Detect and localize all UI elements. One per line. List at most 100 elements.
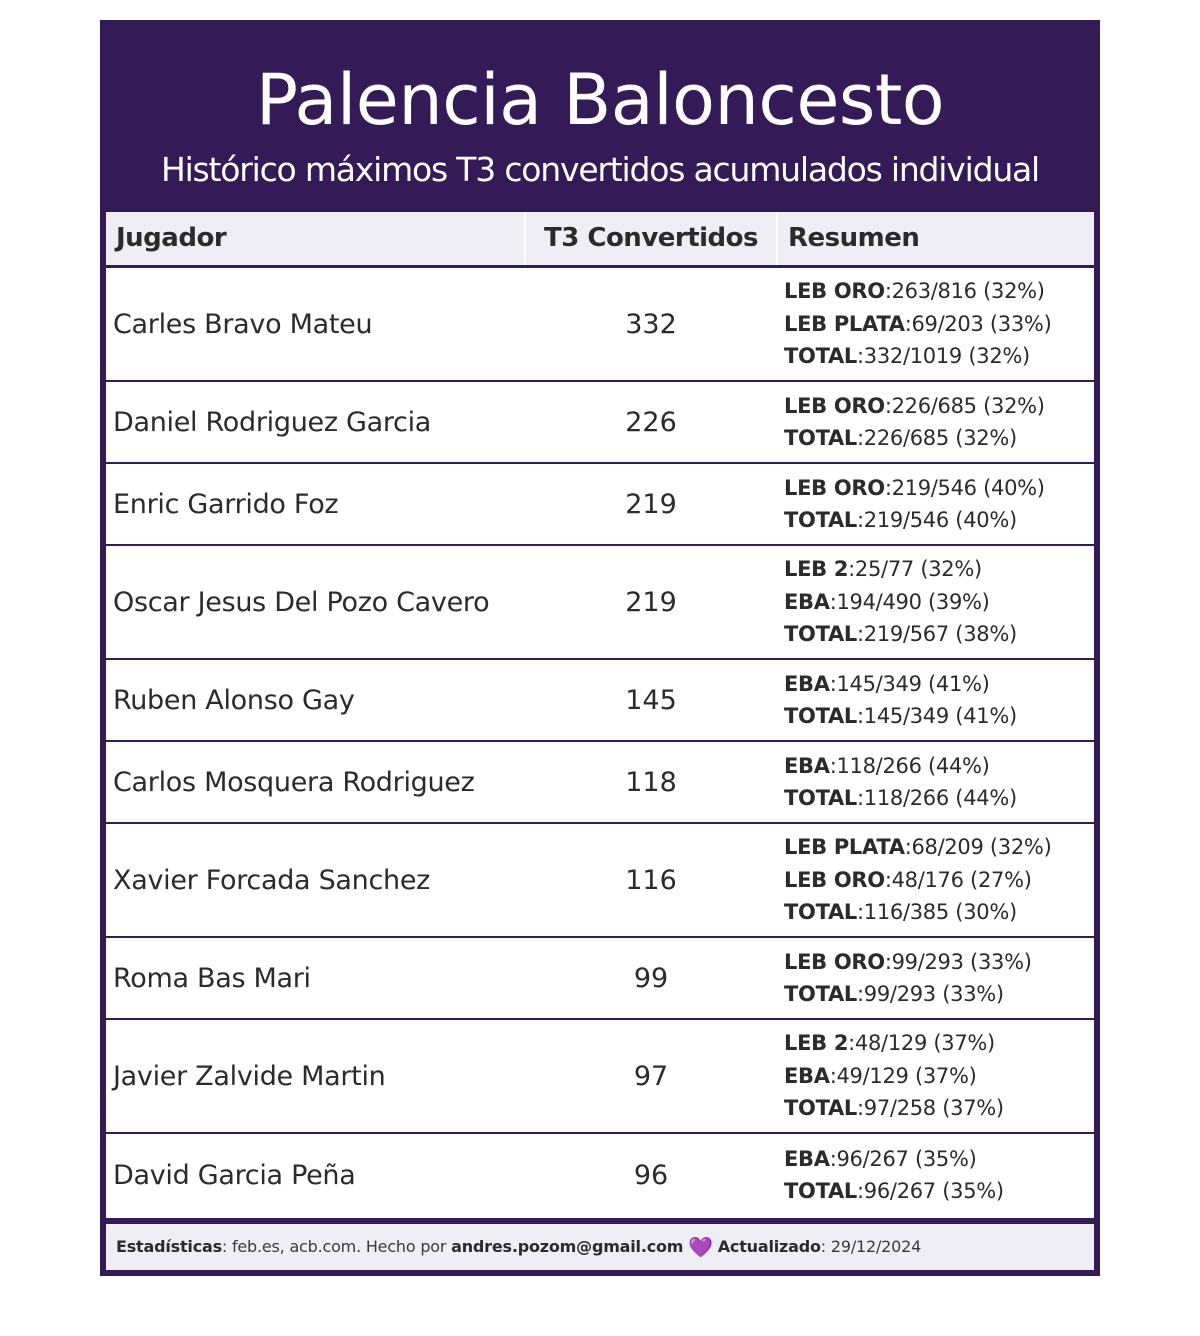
threes-made: 118 (625, 766, 677, 798)
summary-cell: LEB ORO:219/546 (40%) TOTAL:219/546 (40%) (784, 464, 1045, 544)
league-name: TOTAL (784, 426, 858, 450)
column-header-summary: Resumen (788, 223, 920, 253)
league-stat: :97/258 (37%) (857, 1096, 1004, 1121)
league-name: EBA (784, 753, 830, 778)
threes-made: 99 (633, 962, 669, 994)
league-stat: :145/349 (41%) (829, 671, 990, 696)
league-name: TOTAL (784, 622, 858, 647)
league-name: LEB 2 (784, 557, 849, 582)
summary-line: TOTAL:116/385 (30%) (784, 896, 1051, 929)
summary-line: TOTAL:226/685 (32%) (784, 422, 1045, 455)
summary-line: LEB PLATA:68/209 (32%) (784, 831, 1052, 864)
summary-line: LEB PLATA:69/203 (33%) (784, 308, 1052, 341)
league-name: LEB ORO (784, 867, 885, 892)
league-stat: :332/1019 (32%) (857, 344, 1030, 369)
page-title: Palencia Baloncesto (255, 59, 945, 141)
league-name: TOTAL (784, 900, 858, 925)
summary-line: TOTAL:145/349 (41%) (784, 700, 1017, 733)
player-name: Roma Bas Mari (113, 962, 311, 994)
player-name: Daniel Rodriguez Garcia (113, 406, 432, 438)
table-row: Roma Bas Mari 99 LEB ORO:99/293 (33%) TOTAL… (106, 938, 1094, 1020)
summary-line: LEB 2:48/129 (37%) (784, 1027, 1004, 1060)
footer-updated-date: : 29/12/2024 (820, 1237, 922, 1256)
league-stat: :116/385 (30%) (857, 900, 1017, 925)
summary-line: LEB ORO:48/176 (27%) (784, 864, 1051, 897)
threes-made: 219 (625, 488, 677, 520)
threes-made: 97 (633, 1060, 669, 1092)
summary-line: EBA:194/490 (39%) (784, 586, 1017, 619)
player-name: Carles Bravo Mateu (113, 308, 373, 340)
summary-cell: LEB PLATA:68/209 (32%) LEB ORO:48/176 (27… (784, 824, 1052, 936)
summary-cell: EBA:118/266 (44%) TOTAL:118/266 (44%) (784, 742, 1017, 822)
league-name: TOTAL (784, 508, 858, 532)
footer-credits: Estadísticas: feb.es, acb.com. Hecho por… (106, 1224, 1094, 1270)
league-stat: :145/349 (41%) (857, 704, 1017, 728)
footer-stats-label: Estadísticas (116, 1237, 222, 1256)
player-name: Oscar Jesus Del Pozo Cavero (113, 586, 490, 618)
footer-author-email: andres.pozom@gmail.com (451, 1237, 684, 1256)
threes-made: 226 (625, 406, 677, 438)
table-row: Carlos Mosquera Rodriguez 118 EBA:118/266 … (106, 742, 1094, 824)
league-stat: :96/267 (35%) (857, 1179, 1004, 1203)
league-name: LEB ORO (784, 393, 885, 418)
league-name: LEB 2 (784, 1031, 849, 1056)
league-name: LEB PLATA (784, 311, 905, 336)
league-stat: :194/490 (39%) (829, 589, 990, 614)
league-stat: :118/266 (44%) (857, 786, 1017, 810)
league-stat: :48/176 (27%) (884, 867, 1032, 892)
league-stat: :263/816 (32%) (884, 279, 1045, 304)
league-name: LEB ORO (784, 475, 885, 500)
summary-line: EBA:49/129 (37%) (784, 1060, 1004, 1093)
league-name: TOTAL (784, 786, 858, 810)
league-stat: :219/546 (40%) (857, 508, 1017, 532)
league-name: TOTAL (784, 344, 858, 369)
summary-line: EBA:96/267 (35%) (784, 1143, 1004, 1176)
summary-cell: LEB ORO:226/685 (32%) TOTAL:226/685 (32%) (784, 382, 1045, 462)
summary-line: LEB ORO:99/293 (33%) (784, 946, 1032, 979)
league-name: TOTAL (784, 1096, 858, 1121)
summary-line: TOTAL:99/293 (33%) (784, 978, 1032, 1011)
page-subtitle: Histórico máximos T3 convertidos acumula… (160, 150, 1040, 189)
player-name: Ruben Alonso Gay (113, 684, 355, 716)
footer-sources: : feb.es, acb.com. Hecho por (221, 1237, 452, 1256)
summary-line: LEB ORO:219/546 (40%) (784, 472, 1045, 505)
summary-line: EBA:145/349 (41%) (784, 668, 1017, 701)
summary-cell: LEB 2:48/129 (37%) EBA:49/129 (37%) TOTAL:… (784, 1020, 1004, 1132)
table-row: David Garcia Peña 96 EBA:96/267 (35%) TOTAL… (106, 1134, 1094, 1216)
heart-icon: 💜 (688, 1235, 713, 1259)
summary-line: LEB ORO:226/685 (32%) (784, 390, 1045, 423)
table-header: Jugador T3 Convertidos Resumen (106, 212, 1094, 268)
player-name: Xavier Forcada Sanchez (113, 864, 431, 896)
league-name: LEB ORO (784, 279, 885, 304)
league-stat: :99/293 (33%) (857, 982, 1004, 1006)
table-row: Javier Zalvide Martin 97 LEB 2:48/129 (37%… (106, 1020, 1094, 1134)
summary-line: LEB ORO:263/816 (32%) (784, 275, 1051, 308)
column-header-player: Jugador (116, 223, 227, 253)
league-stat: :25/77 (32%) (848, 557, 982, 582)
summary-line: TOTAL:332/1019 (32%) (784, 340, 1051, 373)
summary-cell: EBA:96/267 (35%) TOTAL:96/267 (35%) (784, 1134, 1004, 1216)
column-header-made: T3 Convertidos (543, 223, 759, 253)
threes-made: 219 (625, 586, 677, 618)
league-stat: :118/266 (44%) (829, 753, 990, 778)
league-stat: :219/567 (38%) (857, 622, 1017, 647)
threes-made: 332 (625, 308, 677, 340)
league-name: LEB ORO (784, 949, 885, 974)
league-stat: :226/685 (32%) (884, 393, 1045, 418)
threes-made: 116 (625, 864, 677, 896)
league-name: EBA (784, 589, 830, 614)
league-name: EBA (784, 1063, 830, 1088)
league-name: TOTAL (784, 1179, 858, 1203)
ranking-table: Jugador T3 Convertidos Resumen Carles Br… (106, 212, 1094, 1218)
table-row: Xavier Forcada Sanchez 116 LEB PLATA:68/20… (106, 824, 1094, 938)
summary-line: LEB 2:25/77 (32%) (784, 553, 1017, 586)
league-name: LEB PLATA (784, 835, 905, 860)
league-name: TOTAL (784, 982, 858, 1006)
threes-made: 145 (625, 684, 677, 716)
league-stat: :96/267 (35%) (829, 1146, 977, 1171)
threes-made: 96 (633, 1159, 669, 1191)
league-name: EBA (784, 1146, 830, 1171)
league-stat: :226/685 (32%) (857, 426, 1017, 450)
table-row: Carles Bravo Mateu 332 LEB ORO:263/816 (32… (106, 268, 1094, 382)
player-name: David Garcia Peña (113, 1159, 356, 1191)
